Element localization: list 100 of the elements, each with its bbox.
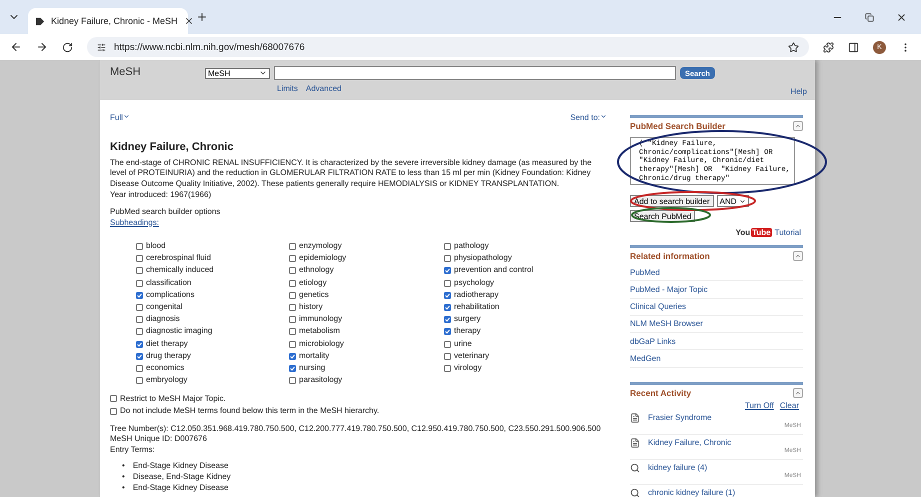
recent-activity-link[interactable]: chronic kidney failure (1) [648,488,736,497]
subheading-label: drug therapy [146,350,191,362]
checkbox[interactable] [289,304,296,311]
related-link[interactable]: dbGaP Links [630,333,803,350]
tutorial-link[interactable]: Tutorial [774,228,801,237]
builder-options-label: PubMed search builder options [110,206,222,218]
subheading-label: congenital [146,302,182,313]
checkbox[interactable] [110,395,117,402]
checkbox[interactable] [136,352,143,360]
checkbox[interactable] [136,328,143,336]
checkbox[interactable] [110,408,117,415]
checkbox[interactable] [444,352,451,360]
entry-term: End-Stage Kidney Disease [132,482,228,494]
bookmark-star-icon[interactable] [788,42,799,52]
checkbox[interactable] [289,364,296,372]
checkbox[interactable] [289,352,296,360]
checkbox[interactable] [289,243,296,250]
checkbox[interactable] [136,255,143,262]
checkbox[interactable] [289,292,296,299]
new-tab-icon[interactable] [196,11,208,23]
subheading-label: history [299,302,323,313]
search-icon [630,462,640,473]
checkbox[interactable] [444,243,451,250]
subheading-label: veterinary [454,350,490,362]
checkbox[interactable] [289,328,296,336]
subheading-label: therapy [454,326,481,338]
document-icon [630,438,640,448]
database-select[interactable]: MeSH [205,68,270,78]
checkbox[interactable] [289,340,296,348]
subheading-label: parasitology [299,375,342,386]
checkbox[interactable] [289,280,296,287]
help-link[interactable]: Help [790,87,807,96]
close-tab-icon[interactable] [184,16,194,26]
turn-off-link[interactable]: Turn Off [744,400,774,410]
subheading-label: blood [146,241,166,252]
header-link[interactable]: Advanced [306,84,342,93]
checkbox[interactable] [136,280,143,287]
subheading-label: complications [146,290,194,301]
restore-icon[interactable] [865,12,874,22]
subheading-label: immunology [299,314,342,326]
subheading-label: enzymology [299,241,342,252]
checkbox[interactable] [444,255,451,262]
checkbox[interactable] [136,292,143,299]
recent-activity-link[interactable]: Kidney Failure, Chronic [648,438,732,448]
checkbox[interactable] [136,316,143,324]
extensions-icon[interactable] [823,42,834,52]
entry-term: End-Stage Kidney Disease [132,460,228,472]
checkbox[interactable] [444,316,451,324]
checkbox[interactable] [289,267,296,274]
operator-select[interactable]: AND [716,195,748,207]
subheading-label: diagnostic imaging [146,326,212,338]
checkbox[interactable] [444,304,451,311]
related-link[interactable]: MedGen [630,350,803,368]
checkbox[interactable] [444,328,451,336]
checkbox[interactable] [136,364,143,372]
checkbox[interactable] [444,340,451,348]
clear-link[interactable]: Clear [780,400,799,410]
search-field[interactable] [274,66,676,80]
related-link[interactable]: PubMed - Major Topic [630,281,803,299]
back-icon[interactable] [10,41,22,53]
forward-icon[interactable] [36,41,48,53]
related-link[interactable]: PubMed [630,264,803,282]
caret-icon [600,113,607,120]
collapse-icon[interactable] [793,388,803,398]
subheadings-link[interactable]: Subheadings: [110,218,159,227]
checkbox[interactable] [136,377,143,384]
related-link[interactable]: NLM MeSH Browser [630,316,803,334]
send-to-menu[interactable]: Send to: [570,113,607,124]
recent-activity-link[interactable]: kidney failure (4) [648,463,708,472]
subheading-label: physiopathology [454,253,512,264]
side-panel-icon[interactable] [848,42,859,52]
related-link[interactable]: Clinical Queries [630,298,803,316]
subheading-label: nursing [299,362,326,374]
checkbox[interactable] [444,280,451,287]
recent-activity-link[interactable]: Frasier Syndrome [648,413,712,422]
subheading-label: virology [454,362,482,374]
checkbox[interactable] [289,255,296,262]
subheading-label: microbiology [299,338,344,350]
site-settings-icon[interactable] [97,42,106,52]
reload-icon[interactable] [62,42,73,52]
header-link[interactable]: Limits [277,84,298,93]
checkbox[interactable] [444,267,451,274]
close-icon[interactable] [896,12,907,22]
format-menu[interactable]: Full [110,113,130,124]
address-bar[interactable]: https://www.ncbi.nlm.nih.gov/mesh/68007676 [87,37,809,57]
checkbox[interactable] [289,377,296,384]
add-to-builder-button[interactable]: Add to search builder [630,195,714,207]
checkbox[interactable] [136,243,143,250]
portlet-title: Recent Activity [630,388,692,398]
checkbox[interactable] [136,304,143,311]
subheading-label: cerebrospinal fluid [146,253,211,264]
subheading-label: mortality [299,350,330,362]
checkbox[interactable] [444,364,451,372]
collapse-icon[interactable] [793,251,803,261]
checkbox[interactable] [289,316,296,324]
checkbox[interactable] [136,267,143,274]
collapse-icon[interactable] [793,121,803,131]
checkbox[interactable] [444,292,451,299]
checkbox[interactable] [136,340,143,348]
entry-term: Disease, End-Stage Kidney [132,471,231,482]
